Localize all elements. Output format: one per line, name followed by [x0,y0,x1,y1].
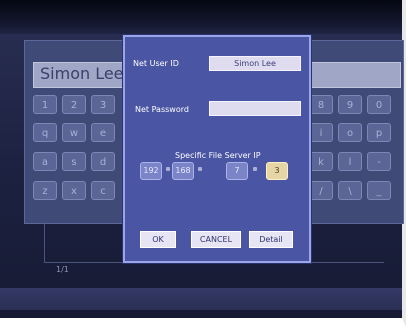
keyboard-key[interactable]: 0 [367,95,391,114]
keyboard-key[interactable]: c [91,181,115,200]
keyboard-key[interactable]: d [91,152,115,171]
keyboard-key[interactable]: w [62,123,86,142]
keyboard-key[interactable]: \ [338,181,362,200]
keyboard-key[interactable]: 9 [338,95,362,114]
ip-octet-1[interactable]: 192 [140,162,162,180]
user-id-field[interactable]: Simon Lee [209,56,301,71]
keyboard-key[interactable]: e [91,123,115,142]
detail-button[interactable]: Detail [249,231,293,248]
bottom-status-bar [0,288,402,310]
keyboard-key[interactable]: o [338,123,362,142]
password-label: Net Password [135,105,189,114]
cancel-button[interactable]: CANCEL [191,231,241,248]
ip-octet-4[interactable]: 3 [266,162,288,180]
ip-octet-2[interactable]: 168 [172,162,194,180]
keyboard-key[interactable]: 8 [309,95,333,114]
keyboard-key[interactable]: x [62,181,86,200]
ip-separator [166,167,170,171]
keyboard-key[interactable]: 2 [62,95,86,114]
tv-screen: Simon Lee 1 2 3 8 9 0 q w e i o p a s d k l - z x c / \ _ 1/1 N… [0,0,406,327]
keyboard-key[interactable]: 1 [33,95,57,114]
ip-separator [253,167,257,171]
keyboard-key[interactable]: s [62,152,86,171]
keyboard-key[interactable]: l [338,152,362,171]
server-ip-label: Specific File Server IP [175,151,261,160]
keyboard-key[interactable]: z [33,181,57,200]
keyboard-key[interactable]: / [309,181,333,200]
keyboard-key[interactable]: 3 [91,95,115,114]
keyboard-key[interactable]: p [367,123,391,142]
password-field[interactable] [209,101,301,116]
keyboard-key[interactable]: k [309,152,333,171]
user-id-label: Net User ID [133,59,179,68]
ok-button[interactable]: OK [140,231,176,248]
top-shadow-band [0,0,402,34]
keyboard-key[interactable]: a [33,152,57,171]
page-count: 1/1 [56,265,69,274]
keyboard-key[interactable]: - [367,152,391,171]
keyboard-key[interactable]: i [309,123,333,142]
network-login-dialog: Net User ID Simon Lee Net Password Speci… [123,35,311,263]
list-frame-left [44,222,53,262]
ip-separator [198,167,202,171]
keyboard-key[interactable]: _ [367,181,391,200]
ip-octet-3[interactable]: 7 [226,162,248,180]
keyboard-key[interactable]: q [33,123,57,142]
keyboard-input-value: Simon Lee [40,64,124,83]
